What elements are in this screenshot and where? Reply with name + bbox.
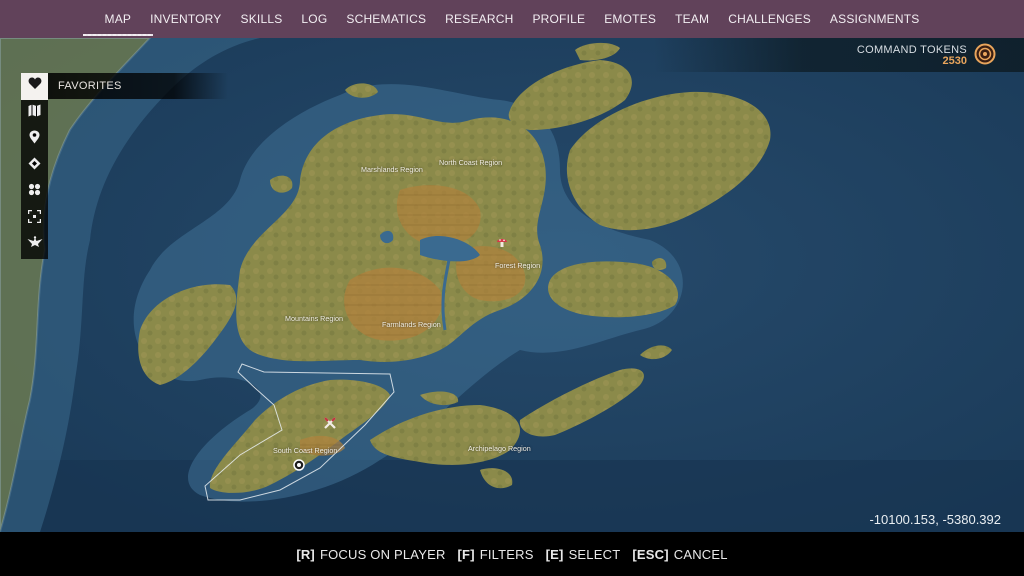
region-label-mountains: Mountains Region	[285, 314, 343, 323]
heart-icon	[28, 77, 42, 95]
tab-map[interactable]: MAP	[83, 0, 153, 38]
hint-focus-player[interactable]: [R] FOCUS ON PLAYER	[296, 547, 445, 562]
tab-assignments[interactable]: ASSIGNMENTS	[820, 0, 929, 38]
mushroom-marker-icon[interactable]	[495, 235, 509, 249]
hint-label: SELECT	[568, 546, 621, 562]
tab-skills[interactable]: SKILLS	[231, 0, 292, 38]
tab-team[interactable]: TEAM	[666, 0, 719, 38]
player-location-icon[interactable]	[293, 459, 305, 471]
tab-challenges[interactable]: CHALLENGES	[719, 0, 821, 38]
objectives-button[interactable]	[21, 179, 48, 206]
hint-key: [R]	[296, 546, 315, 562]
tab-research[interactable]: RESEARCH	[436, 0, 523, 38]
hint-label: CANCEL	[673, 546, 728, 562]
map-filter-sidebar	[21, 73, 48, 259]
cross-shapes-icon	[28, 183, 41, 201]
controls-hint-bar: [R] FOCUS ON PLAYER [F] FILTERS [E] SELECT …	[0, 532, 1024, 576]
nav-tabs: MAP INVENTORY SKILLS LOG SCHEMATICS RESE…	[83, 0, 929, 38]
tab-log[interactable]: LOG	[292, 0, 337, 38]
hint-cancel[interactable]: [ESC] CANCEL	[632, 547, 727, 562]
faction-button[interactable]	[21, 232, 48, 259]
focus-view-button[interactable]	[21, 206, 48, 233]
hint-select[interactable]: [E] SELECT	[546, 547, 621, 562]
hint-key: [ESC]	[632, 546, 669, 562]
command-tokens-value: 2530	[942, 55, 967, 67]
top-navigation: MAP INVENTORY SKILLS LOG SCHEMATICS RESE…	[0, 0, 1024, 38]
tab-profile[interactable]: PROFILE	[523, 0, 595, 38]
hint-filters[interactable]: [F] FILTERS	[458, 547, 534, 562]
region-label-north-coast: North Coast Region	[439, 158, 503, 167]
map-layer-button[interactable]	[21, 100, 48, 127]
map-terrain[interactable]	[0, 38, 1024, 532]
markers-button[interactable]	[21, 153, 48, 180]
waypoints-button[interactable]	[21, 126, 48, 153]
region-label-forest: Forest Region	[495, 261, 541, 270]
token-medal-icon	[974, 43, 996, 65]
diamond-marker-icon	[28, 157, 41, 175]
region-label-farmlands: Farmlands Region	[382, 320, 441, 329]
eagle-emblem-icon	[27, 236, 43, 254]
map-icon	[28, 104, 41, 122]
favorites-label: FAVORITES	[48, 73, 228, 99]
hint-label: FILTERS	[479, 546, 534, 562]
cursor-coordinates: -10100.153, -5380.392	[869, 512, 1001, 527]
focus-frame-icon	[27, 209, 42, 228]
region-label-marshlands: Marshlands Region	[361, 165, 423, 174]
crossed-tools-marker-icon[interactable]	[323, 416, 337, 430]
region-label-archipelago: Archipelago Region	[468, 444, 531, 453]
hint-key: [F]	[457, 546, 475, 562]
world-map[interactable]: Marshlands Region North Coast Region For…	[0, 38, 1024, 532]
favorites-button[interactable]	[21, 73, 48, 100]
command-tokens-panel: COMMAND TOKENS 2530	[654, 38, 1024, 72]
map-pin-icon	[29, 130, 40, 149]
tab-inventory[interactable]: INVENTORY	[141, 0, 231, 38]
tab-emotes[interactable]: EMOTES	[595, 0, 666, 38]
hint-key: [E]	[545, 546, 564, 562]
region-label-south-coast: South Coast Region	[273, 446, 338, 455]
tab-schematics[interactable]: SCHEMATICS	[337, 0, 436, 38]
hint-label: FOCUS ON PLAYER	[319, 546, 446, 562]
